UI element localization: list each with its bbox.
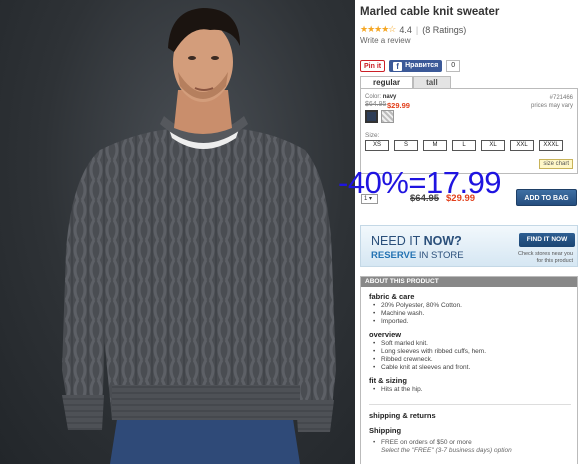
about-this-product: ABOUT THIS PRODUCT fabric & care 20% Pol…: [360, 276, 578, 464]
reserve-bold: RESERVE: [371, 250, 417, 261]
swatch-navy[interactable]: [365, 110, 378, 123]
product-info-panel: Marled cable knit sweater ★★★★☆ 4.4 | (8…: [360, 0, 584, 464]
variant-sale-price: $29.99: [387, 101, 410, 110]
product-title: Marled cable knit sweater: [360, 6, 500, 18]
color-prefix: Color:: [365, 94, 382, 100]
size-xxxl-button[interactable]: XXXL: [539, 140, 563, 151]
shipping-returns-heading[interactable]: shipping & returns: [369, 404, 571, 420]
variant-original-price: $64.95: [365, 101, 387, 108]
fabric-care-list: 20% Polyester, 80% Cotton. Machine wash.…: [369, 302, 571, 326]
facebook-like-count: 0: [446, 60, 461, 72]
shipping-subheading: Shipping: [369, 426, 402, 435]
reserve-in-store-banner[interactable]: NEED IT NOW? RESERVE IN STORE FIND IT NO…: [360, 225, 578, 267]
list-item: Long sleeves with ribbed cuffs, hem.: [369, 348, 571, 356]
variant-selector: Color: navy $64.95 $29.99 #721466 prices…: [360, 88, 578, 174]
size-xxl-button[interactable]: XXL: [510, 140, 534, 151]
rating-row[interactable]: ★★★★☆ 4.4 | (8 Ratings): [360, 24, 466, 35]
size-label: Size:: [365, 132, 380, 139]
write-review-link[interactable]: Write a review: [360, 36, 411, 45]
find-it-now-button[interactable]: FIND IT NOW: [519, 233, 575, 247]
swatch-grey[interactable]: [381, 110, 394, 123]
list-item: Ribbed crewneck.: [369, 356, 571, 364]
list-item: Machine wash.: [369, 310, 571, 318]
section-title-overview: overview: [369, 330, 402, 339]
list-item: Cable knit at sleeves and front.: [369, 364, 571, 372]
fit-sizing-list: Hits at the hip.: [369, 386, 571, 394]
facebook-like-button[interactable]: f Нравится: [389, 60, 443, 72]
need-it-bold: NOW?: [423, 234, 462, 248]
reserve-in-store-heading: RESERVE IN STORE: [371, 250, 464, 261]
size-options: XS S M L XL XXL XXXL: [365, 140, 563, 151]
shipping-free-line: FREE on orders of $50 or more: [369, 439, 571, 447]
add-to-bag-button[interactable]: ADD TO BAG: [516, 189, 577, 206]
need-it-prefix: NEED IT: [371, 234, 421, 248]
star-rating-icon: ★★★★☆: [360, 24, 396, 34]
size-l-button[interactable]: L: [452, 140, 476, 151]
color-label: Color: navy: [365, 94, 396, 100]
rating-count-link[interactable]: (8 Ratings): [422, 25, 466, 35]
product-photo[interactable]: [0, 0, 355, 464]
size-s-button[interactable]: S: [394, 140, 418, 151]
reserve-rest: IN STORE: [418, 250, 464, 261]
list-item: Soft marled knit.: [369, 340, 571, 348]
section-title-fit-sizing: fit & sizing: [369, 376, 407, 385]
sku-note: prices may vary: [530, 103, 573, 109]
need-it-now-heading: NEED IT NOW?: [371, 234, 462, 248]
find-it-now-subtext: Check stores near you for this product: [518, 251, 573, 265]
size-xl-button[interactable]: XL: [481, 140, 505, 151]
discount-overlay-text: -40%=17.99: [338, 165, 502, 200]
size-chart-link[interactable]: size chart: [539, 159, 573, 169]
sweater-model-image: [62, 8, 336, 464]
section-title-fabric-care: fabric & care: [369, 292, 415, 301]
about-body: fabric & care 20% Polyester, 80% Cotton.…: [361, 287, 577, 454]
shipping-option-line: Select the "FREE" (3-7 business days) op…: [381, 446, 512, 454]
sku-number: #721466: [549, 95, 573, 101]
overview-list: Soft marled knit. Long sleeves with ribb…: [369, 340, 571, 372]
social-buttons: Pin it f Нравится 0: [360, 60, 461, 72]
list-item: Hits at the hip.: [369, 386, 571, 394]
rating-divider: |: [415, 24, 419, 35]
find-sub-line2: for this product: [536, 258, 573, 264]
facebook-like-label: Нравится: [405, 62, 439, 69]
about-header: ABOUT THIS PRODUCT: [361, 277, 577, 287]
list-item: 20% Polyester, 80% Cotton.: [369, 302, 571, 310]
color-value: navy: [382, 94, 397, 100]
list-item: Imported.: [369, 318, 571, 326]
rating-value: 4.4: [399, 24, 412, 35]
find-sub-line1: Check stores near you: [517, 251, 573, 257]
facebook-icon: f: [393, 61, 403, 71]
pinterest-button[interactable]: Pin it: [360, 60, 386, 72]
size-xs-button[interactable]: XS: [365, 140, 389, 151]
sku-info: #721466 prices may vary: [531, 94, 573, 110]
size-m-button[interactable]: M: [423, 140, 447, 151]
